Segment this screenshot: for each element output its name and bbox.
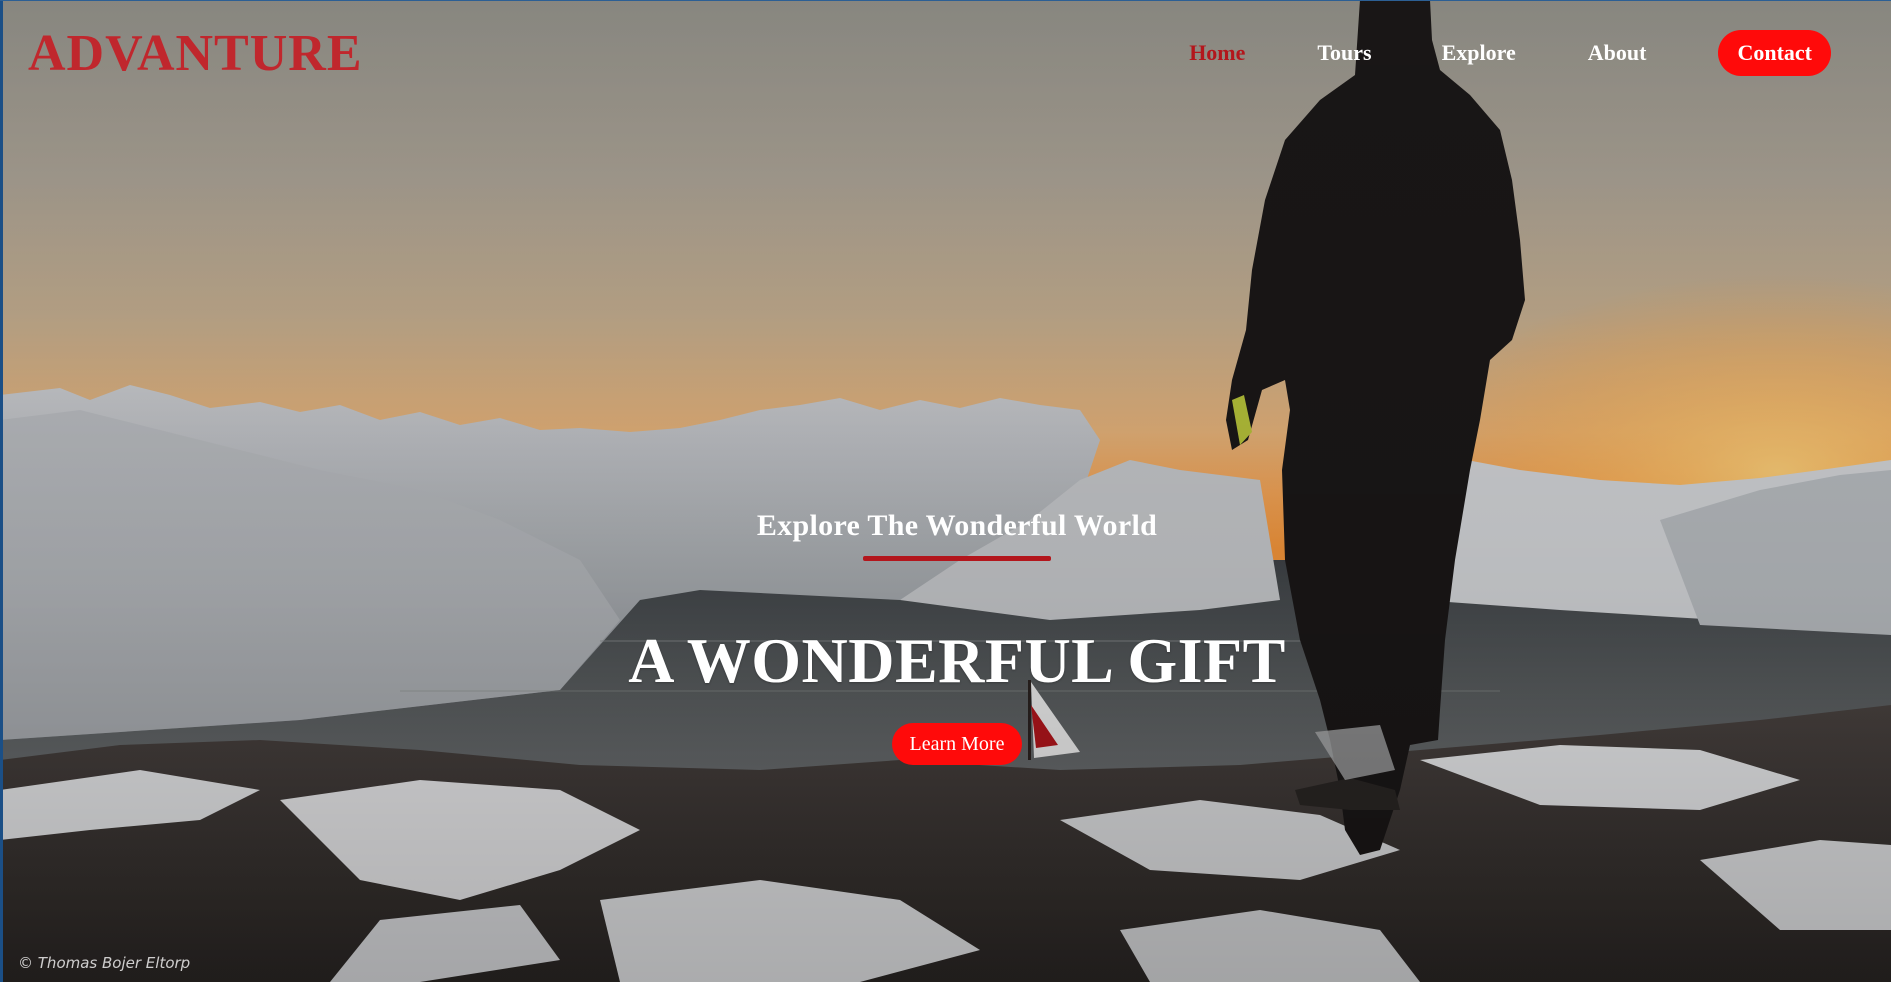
hero-content: Explore The Wonderful World A WONDERFUL … — [0, 505, 1891, 765]
learn-more-button[interactable]: Learn More — [891, 723, 1023, 765]
contact-button[interactable]: Contact — [1718, 30, 1831, 76]
hero-headline: A WONDERFUL GIFT — [628, 625, 1286, 696]
hero-subtitle: Explore The Wonderful World — [756, 509, 1158, 542]
hero-background-image — [0, 0, 1891, 982]
brand-logo[interactable]: ADVANTURE — [28, 24, 363, 84]
hero-section — [0, 0, 1891, 982]
main-nav: Home Tours Explore About Contact — [1117, 30, 1831, 76]
photo-credit: © Thomas Bojer Eltorp — [18, 954, 191, 972]
nav-link-tours[interactable]: Tours — [1317, 30, 1371, 76]
window-left-border — [0, 0, 3, 982]
nav-link-about[interactable]: About — [1588, 30, 1647, 76]
nav-link-home[interactable]: Home — [1189, 30, 1245, 76]
window-top-border — [0, 0, 1891, 1]
nav-link-explore[interactable]: Explore — [1442, 30, 1516, 76]
subtitle-underline — [863, 556, 1051, 561]
